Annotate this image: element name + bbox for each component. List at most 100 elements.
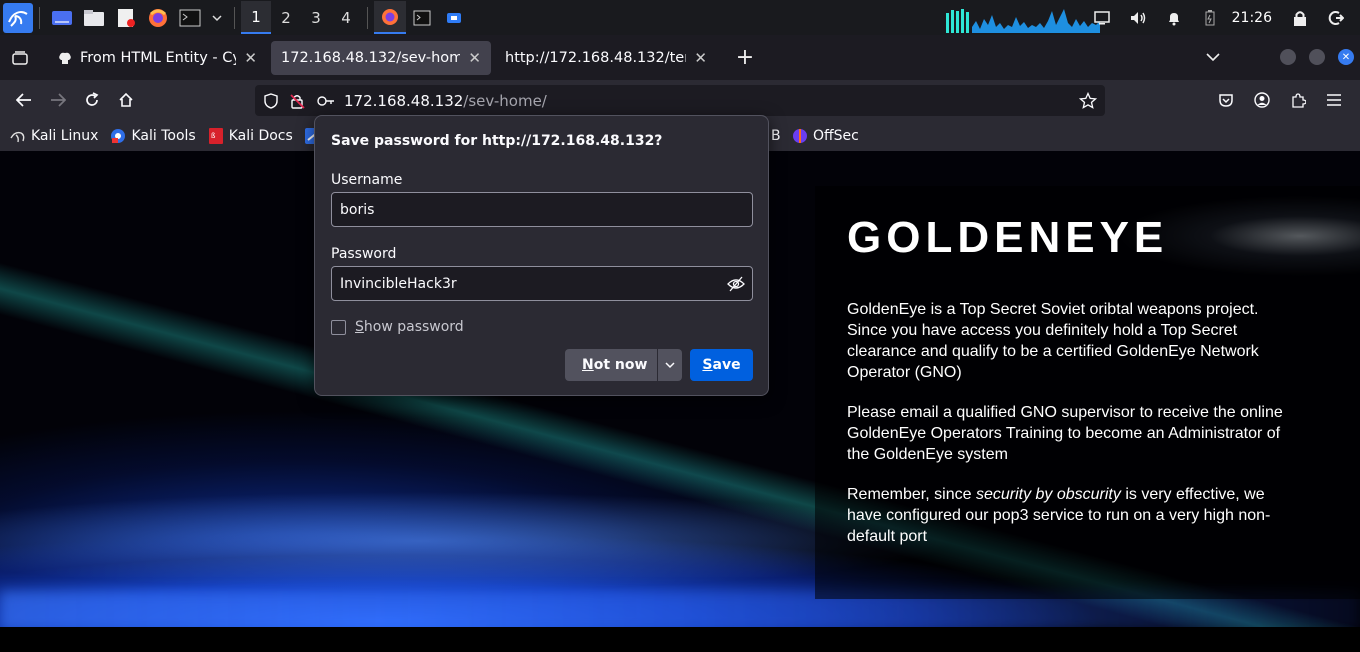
bookmark-label: Kali Linux — [31, 127, 99, 144]
close-icon[interactable]: ✕ — [694, 49, 707, 67]
hamburger-menu-icon[interactable] — [1316, 84, 1352, 116]
show-password-label: Show password — [355, 319, 464, 335]
bookmark-kali-tools[interactable]: Kali Tools — [110, 124, 196, 148]
app-window-button[interactable] — [438, 1, 470, 34]
pop3-paragraph: Remember, since security by obscurity is… — [847, 484, 1287, 547]
kali-tools-icon — [110, 128, 126, 144]
navigation-toolbar: 172.168.48.132/sev-home/ — [0, 80, 1360, 120]
tab-terminal-js[interactable]: http://172.168.48.132/terminal.js ✕ — [495, 41, 717, 75]
username-label: Username — [331, 172, 403, 188]
close-window-button[interactable]: ✕ — [1338, 49, 1354, 65]
password-label: Password — [331, 246, 397, 262]
url-path: /sev-home/ — [463, 92, 547, 110]
eye-slash-icon[interactable] — [727, 276, 745, 292]
terminal-icon[interactable] — [178, 7, 202, 29]
bookmark-label: B — [771, 127, 781, 144]
notification-bell-icon[interactable] — [1156, 0, 1192, 35]
firefox-window-button[interactable] — [374, 1, 406, 34]
bookmark-label: Kali Docs — [228, 127, 293, 144]
display-icon[interactable] — [1084, 0, 1120, 35]
page-title: GOLDENEYE — [847, 213, 1169, 262]
volume-icon[interactable] — [1120, 0, 1156, 35]
toolbar-right — [1208, 80, 1352, 120]
chevron-down-icon[interactable] — [210, 7, 224, 29]
file-manager-icon[interactable] — [82, 7, 106, 29]
tab-cyberchef[interactable]: From HTML Entity - CyberChef ✕ — [47, 41, 267, 75]
clock[interactable]: 21:26 — [1232, 10, 1272, 26]
checkbox-box[interactable] — [331, 319, 346, 335]
save-password-dialog: Save password for http://172.168.48.132?… — [314, 115, 769, 396]
tab-label: 172.168.48.132/sev-home/ — [281, 49, 461, 66]
pocket-icon[interactable] — [1208, 84, 1244, 116]
kali-docs-icon: ß — [208, 127, 224, 144]
page-bottom-shadow — [0, 627, 1360, 652]
desktop-icon[interactable] — [50, 7, 74, 29]
new-tab-button[interactable]: + — [729, 42, 761, 74]
list-all-tabs-chevron-icon[interactable] — [1196, 41, 1230, 73]
pop3-text-start: Remember, since — [847, 486, 976, 503]
logout-icon[interactable] — [1318, 0, 1354, 35]
taskbar-separator — [234, 6, 235, 29]
insecure-lock-icon[interactable] — [289, 93, 305, 109]
taskbar-separator — [367, 6, 368, 29]
username-value: boris — [340, 201, 375, 218]
tab-label: From HTML Entity - CyberChef — [80, 49, 236, 66]
home-icon[interactable] — [109, 84, 143, 116]
svg-text:ß: ß — [211, 132, 216, 140]
tab-sev-home[interactable]: 172.168.48.132/sev-home/ ✕ — [271, 40, 491, 75]
kali-menu-icon[interactable] — [3, 2, 33, 33]
intro-paragraph: GoldenEye is a Top Secret Soviet oribtal… — [847, 301, 1259, 381]
close-icon[interactable]: ✕ — [244, 49, 257, 67]
url-host: 172.168.48.132 — [344, 92, 464, 110]
browser-tab-bar: From HTML Entity - CyberChef ✕ 172.168.4… — [0, 35, 1360, 80]
terminal-window-button[interactable] — [406, 1, 438, 34]
password-field[interactable]: InvincibleHack3r — [331, 266, 753, 301]
text-editor-icon[interactable] — [114, 7, 138, 29]
bookmark-star-icon[interactable] — [1079, 91, 1097, 110]
training-paragraph: Please email a qualified GNO supervisor … — [847, 404, 1283, 463]
show-password-checkbox[interactable]: Show password — [331, 319, 464, 335]
offsec-icon — [792, 128, 808, 144]
bookmark-kali-docs[interactable]: ß Kali Docs — [208, 124, 293, 148]
bookmark-label: OffSec — [813, 127, 859, 144]
lock-icon[interactable] — [1282, 0, 1318, 35]
system-tray: 21:26 — [1084, 0, 1354, 35]
not-now-label: Not now — [582, 357, 648, 373]
save-label: Save — [702, 357, 741, 373]
not-now-button[interactable]: Not now — [565, 349, 682, 381]
reload-icon[interactable] — [75, 84, 109, 116]
cpu-graph — [946, 9, 1100, 33]
battery-icon[interactable] — [1192, 0, 1228, 35]
username-field[interactable]: boris — [331, 192, 753, 227]
tab-label: http://172.168.48.132/terminal.js — [505, 49, 686, 66]
url-text[interactable]: 172.168.48.132/sev-home/ — [344, 91, 547, 110]
close-icon[interactable]: ✕ — [468, 49, 481, 67]
chevron-down-icon[interactable] — [658, 361, 682, 369]
extensions-icon[interactable] — [1280, 84, 1316, 116]
kali-dragon-icon — [10, 128, 26, 144]
bookmark-offsec[interactable]: OffSec — [792, 124, 859, 148]
forward-arrow-icon[interactable] — [41, 84, 75, 116]
firefox-view-icon[interactable] — [3, 42, 37, 74]
bookmark-label: Kali Tools — [131, 127, 196, 144]
bookmark-exploit-db[interactable]: B — [771, 124, 781, 148]
pop3-emphasis: security by obscurity — [975, 486, 1121, 503]
key-icon[interactable] — [317, 95, 335, 107]
shield-icon[interactable] — [263, 92, 279, 109]
firefox-icon[interactable] — [146, 7, 170, 29]
workspace-2[interactable]: 2 — [271, 1, 301, 34]
taskbar-separator — [39, 6, 40, 29]
bookmark-kali-linux[interactable]: Kali Linux — [10, 124, 98, 148]
workspace-3[interactable]: 3 — [301, 1, 331, 34]
save-button[interactable]: Save — [690, 349, 753, 381]
minimize-button[interactable] — [1280, 49, 1296, 65]
url-bar[interactable]: 172.168.48.132/sev-home/ — [255, 85, 1105, 116]
back-arrow-icon[interactable] — [7, 84, 41, 116]
workspace-1[interactable]: 1 — [241, 1, 271, 34]
system-taskbar: 1 2 3 4 21:26 — [0, 0, 1360, 35]
dialog-title: Save password for http://172.168.48.132? — [331, 133, 663, 149]
account-icon[interactable] — [1244, 84, 1280, 116]
maximize-button[interactable] — [1309, 49, 1325, 65]
chef-hat-icon — [57, 50, 73, 66]
workspace-4[interactable]: 4 — [331, 1, 361, 34]
